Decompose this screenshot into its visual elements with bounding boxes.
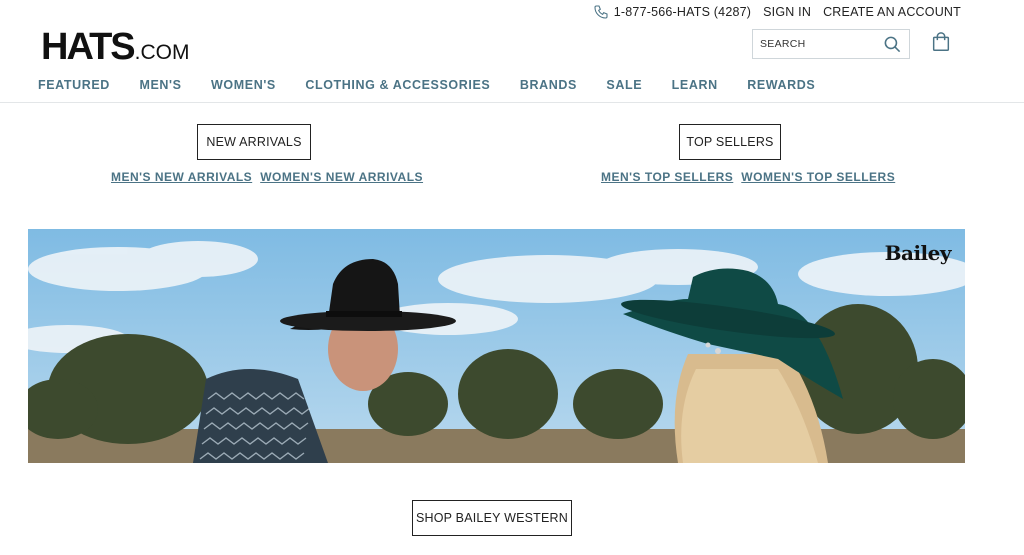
utility-bar: 1-877-566-HATS (4287) SIGN IN CREATE AN … xyxy=(593,4,961,20)
nav-featured[interactable]: FEATURED xyxy=(38,78,110,92)
new-arrivals-button[interactable]: NEW ARRIVALS xyxy=(197,124,311,160)
phone-icon xyxy=(594,5,608,19)
create-account-link[interactable]: CREATE AN ACCOUNT xyxy=(823,5,961,19)
nav-sale[interactable]: SALE xyxy=(606,78,642,92)
nav-womens[interactable]: WOMEN'S xyxy=(211,78,276,92)
site-logo[interactable]: HATS .COM xyxy=(41,28,189,66)
logo-main: HATS xyxy=(41,26,136,68)
shop-bailey-western-button[interactable]: SHOP BAILEY WESTERN xyxy=(412,500,572,536)
hero-banner[interactable]: Bailey xyxy=(28,229,965,463)
search-input[interactable] xyxy=(760,38,878,50)
phone-link[interactable]: 1-877-566-HATS (4287) xyxy=(593,4,751,20)
search-box xyxy=(752,29,910,59)
mens-top-sellers-link[interactable]: MEN'S TOP SELLERS xyxy=(601,170,733,184)
top-sellers-links: MEN'S TOP SELLERS WOMEN'S TOP SELLERS xyxy=(601,170,895,184)
nav-brands[interactable]: BRANDS xyxy=(520,78,577,92)
nav-clothing-accessories[interactable]: CLOTHING & ACCESSORIES xyxy=(305,78,490,92)
main-nav: FEATURED MEN'S WOMEN'S CLOTHING & ACCESS… xyxy=(38,78,845,92)
logo-suffix: .COM xyxy=(134,41,190,64)
womens-top-sellers-link[interactable]: WOMEN'S TOP SELLERS xyxy=(741,170,895,184)
womens-new-arrivals-link[interactable]: WOMEN'S NEW ARRIVALS xyxy=(260,170,423,184)
sign-in-link[interactable]: SIGN IN xyxy=(763,5,811,19)
new-arrivals-links: MEN'S NEW ARRIVALS WOMEN'S NEW ARRIVALS xyxy=(111,170,423,184)
top-sellers-button[interactable]: TOP SELLERS xyxy=(679,124,781,160)
nav-mens[interactable]: MEN'S xyxy=(139,78,181,92)
shopping-bag-icon[interactable] xyxy=(930,31,952,53)
nav-learn[interactable]: LEARN xyxy=(672,78,718,92)
phone-number[interactable]: 1-877-566-HATS (4287) xyxy=(614,5,751,19)
hero-image xyxy=(28,229,965,463)
nav-rewards[interactable]: REWARDS xyxy=(747,78,815,92)
mens-new-arrivals-link[interactable]: MEN'S NEW ARRIVALS xyxy=(111,170,252,184)
bailey-brand-logo: Bailey xyxy=(884,241,952,265)
search-icon[interactable] xyxy=(883,35,902,54)
header-divider xyxy=(0,102,1024,103)
